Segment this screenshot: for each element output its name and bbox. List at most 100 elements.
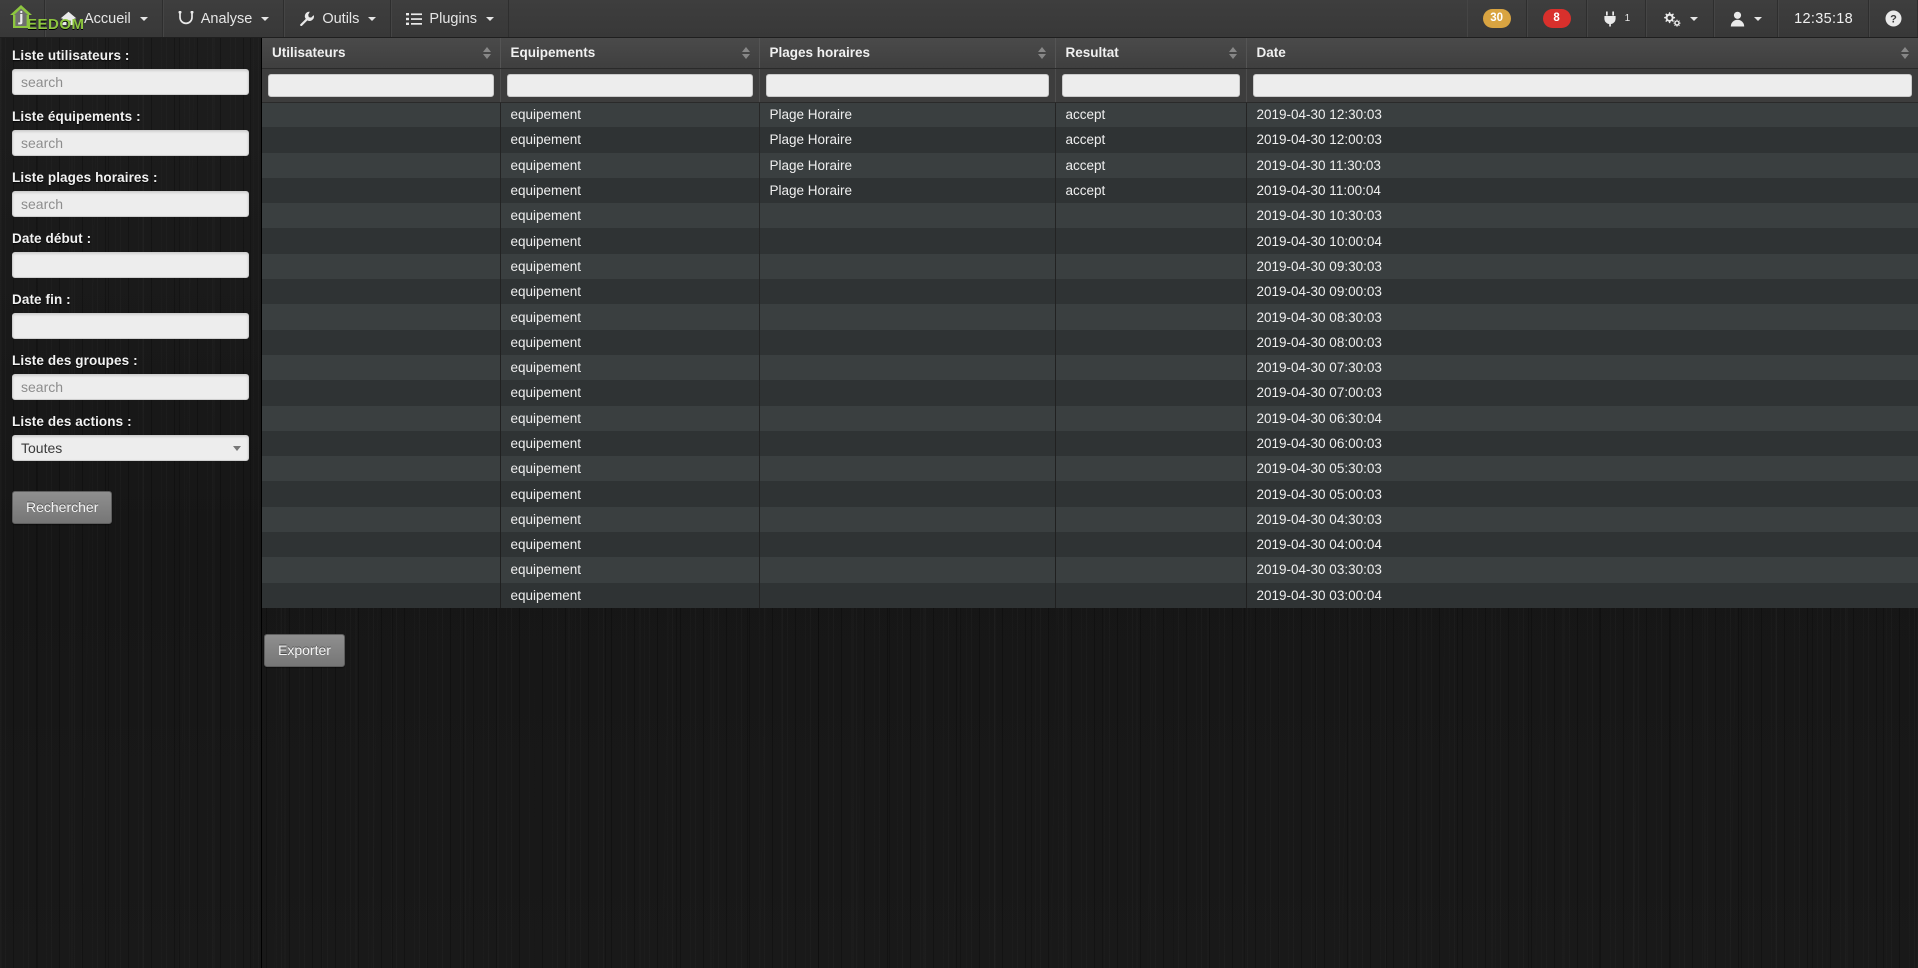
cell-utilisateurs <box>262 380 500 405</box>
help-button[interactable]: ? <box>1869 0 1918 37</box>
brand-logo-link[interactable]: EEDOM <box>0 0 45 37</box>
column-header-utilisateurs[interactable]: Utilisateurs <box>262 38 500 68</box>
user-icon <box>1730 11 1745 27</box>
cell-utilisateurs <box>262 532 500 557</box>
column-filter-input-resultat[interactable] <box>1062 74 1240 97</box>
cell-plages_horaires <box>759 279 1055 304</box>
column-header-utilisateurs-label: Utilisateurs <box>272 45 346 60</box>
nav-item-outils-label: Outils <box>322 11 359 27</box>
list-icon <box>406 12 422 26</box>
table-row[interactable]: equipement2019-04-30 07:30:03 <box>262 355 1918 380</box>
table-row[interactable]: equipement2019-04-30 06:00:03 <box>262 431 1918 456</box>
column-header-plages_horaires[interactable]: Plages horaires <box>759 38 1055 68</box>
cell-equipements: equipement <box>500 507 759 532</box>
column-filter-cell-plages_horaires <box>759 68 1055 102</box>
column-header-equipements[interactable]: Equipements <box>500 38 759 68</box>
cell-resultat <box>1055 456 1246 481</box>
actions-select-wrapper: Toutes <box>12 435 249 461</box>
column-filter-input-equipements[interactable] <box>507 74 753 97</box>
equipments-search-input[interactable] <box>12 130 249 156</box>
sort-arrows-icon[interactable] <box>1229 47 1237 59</box>
table-header: Utilisateurs Equipements Plages horairesRe… <box>262 38 1918 102</box>
table-row[interactable]: equipement2019-04-30 09:30:03 <box>262 254 1918 279</box>
table-row[interactable]: equipement2019-04-30 09:00:03 <box>262 279 1918 304</box>
start-date-input[interactable] <box>12 252 249 278</box>
sort-arrows-icon[interactable] <box>742 47 750 59</box>
timeslots-search-input[interactable] <box>12 191 249 217</box>
cell-resultat: accept <box>1055 102 1246 127</box>
table-row[interactable]: equipement2019-04-30 04:30:03 <box>262 507 1918 532</box>
column-filter-cell-resultat <box>1055 68 1246 102</box>
table-row[interactable]: equipement2019-04-30 07:00:03 <box>262 380 1918 405</box>
cell-equipements: equipement <box>500 406 759 431</box>
cell-utilisateurs <box>262 431 500 456</box>
cell-date: 2019-04-30 11:30:03 <box>1246 153 1918 178</box>
end-date-input[interactable] <box>12 313 249 339</box>
nav-item-plugins-label: Plugins <box>429 11 477 27</box>
cell-resultat <box>1055 254 1246 279</box>
users-search-input[interactable] <box>12 69 249 95</box>
table-row[interactable]: equipement2019-04-30 03:30:03 <box>262 557 1918 582</box>
table-row[interactable]: equipementPlage Horaireaccept2019-04-30 … <box>262 153 1918 178</box>
chevron-down-icon <box>368 17 376 21</box>
user-menu-button[interactable] <box>1714 0 1778 37</box>
cell-plages_horaires <box>759 228 1055 253</box>
table-row[interactable]: equipement2019-04-30 03:00:04 <box>262 583 1918 608</box>
cell-plages_horaires <box>759 481 1055 506</box>
table-row[interactable]: equipementPlage Horaireaccept2019-04-30 … <box>262 102 1918 127</box>
cell-utilisateurs <box>262 507 500 532</box>
message-badge-button[interactable]: 8 <box>1527 0 1587 37</box>
cell-resultat <box>1055 380 1246 405</box>
update-badge-button[interactable]: 30 <box>1467 0 1527 37</box>
actions-select[interactable]: Toutes <box>12 435 249 461</box>
field-block-users-search-input: Liste utilisateurs : <box>12 48 249 95</box>
settings-menu-button[interactable] <box>1646 0 1714 37</box>
column-filter-input-plages_horaires[interactable] <box>766 74 1049 97</box>
table-row[interactable]: equipement2019-04-30 04:00:04 <box>262 532 1918 557</box>
table-row[interactable]: equipement2019-04-30 08:30:03 <box>262 304 1918 329</box>
export-button-block: Exporter <box>262 634 1918 667</box>
column-header-resultat[interactable]: Resultat <box>1055 38 1246 68</box>
search-button[interactable]: Rechercher <box>12 491 112 524</box>
table-row[interactable]: equipement2019-04-30 05:30:03 <box>262 456 1918 481</box>
cell-equipements: equipement <box>500 355 759 380</box>
sort-arrows-icon[interactable] <box>1901 47 1909 59</box>
nav-item-outils[interactable]: Outils <box>284 0 391 37</box>
cell-utilisateurs <box>262 228 500 253</box>
cell-utilisateurs <box>262 153 500 178</box>
cell-plages_horaires <box>759 355 1055 380</box>
cell-resultat <box>1055 557 1246 582</box>
table-row[interactable]: equipementPlage Horaireaccept2019-04-30 … <box>262 178 1918 203</box>
sort-arrows-icon[interactable] <box>483 47 491 59</box>
cell-plages_horaires <box>759 330 1055 355</box>
svg-text:?: ? <box>1890 14 1897 26</box>
table-row[interactable]: equipement2019-04-30 10:00:04 <box>262 228 1918 253</box>
export-button[interactable]: Exporter <box>264 634 345 667</box>
table-row[interactable]: equipementPlage Horaireaccept2019-04-30 … <box>262 127 1918 152</box>
cell-date: 2019-04-30 12:00:03 <box>1246 127 1918 152</box>
cell-resultat <box>1055 330 1246 355</box>
column-filter-input-date[interactable] <box>1253 74 1913 97</box>
nav-item-analyse[interactable]: Analyse <box>163 0 285 37</box>
table-row[interactable]: equipement2019-04-30 06:30:04 <box>262 406 1918 431</box>
gears-icon <box>1662 11 1681 27</box>
column-header-date[interactable]: Date <box>1246 38 1918 68</box>
cell-equipements: equipement <box>500 557 759 582</box>
cell-utilisateurs <box>262 203 500 228</box>
plug-status-button[interactable]: 1 <box>1587 0 1647 37</box>
sort-arrows-icon[interactable] <box>1038 47 1046 59</box>
table-row[interactable]: equipement2019-04-30 08:00:03 <box>262 330 1918 355</box>
cell-utilisateurs <box>262 355 500 380</box>
clock-label: 12:35:18 <box>1794 11 1853 27</box>
nav-item-plugins[interactable]: Plugins <box>391 0 509 37</box>
groups-search-input[interactable] <box>12 374 249 400</box>
table-row[interactable]: equipement2019-04-30 05:00:03 <box>262 481 1918 506</box>
cell-resultat <box>1055 279 1246 304</box>
cell-date: 2019-04-30 06:00:03 <box>1246 431 1918 456</box>
table-row[interactable]: equipement2019-04-30 10:30:03 <box>262 203 1918 228</box>
cell-equipements: equipement <box>500 380 759 405</box>
cell-plages_horaires <box>759 557 1055 582</box>
cell-plages_horaires <box>759 456 1055 481</box>
column-header-equipements-label: Equipements <box>511 45 596 60</box>
column-filter-input-utilisateurs[interactable] <box>268 74 494 97</box>
